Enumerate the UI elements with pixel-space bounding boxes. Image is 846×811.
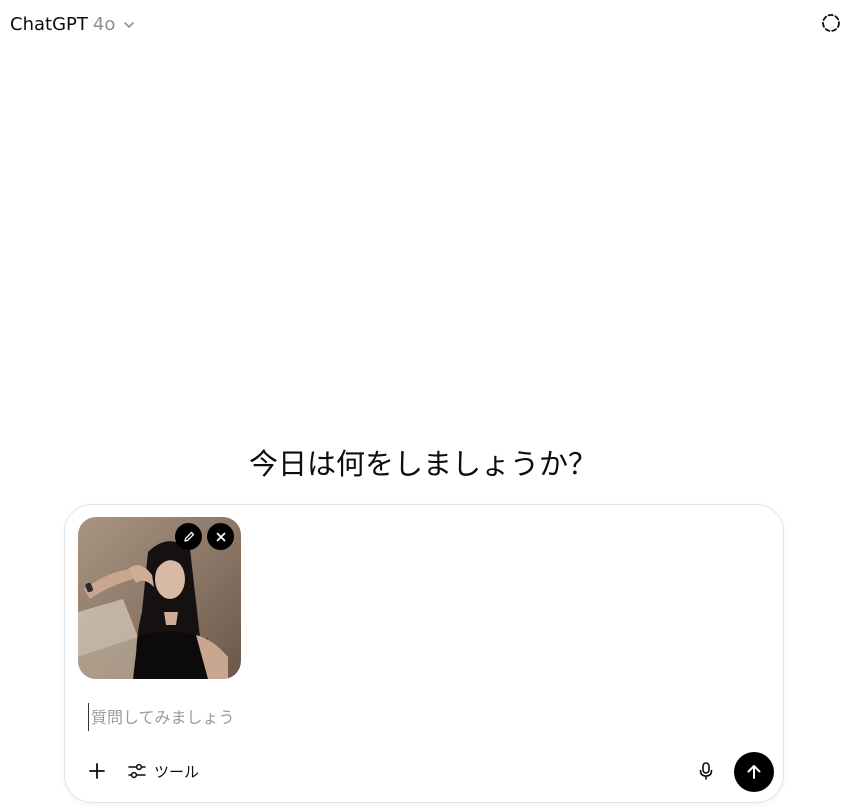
send-button[interactable] — [734, 752, 774, 792]
model-switcher[interactable]: ChatGPT 4o — [10, 12, 136, 38]
model-name: ChatGPT — [10, 14, 88, 35]
remove-attachment-button[interactable] — [207, 523, 234, 550]
arrow-up-icon — [745, 763, 763, 781]
sliders-icon — [127, 761, 147, 781]
chat-page: ChatGPT 4o 今日は何をしましょうか？ 質問してみましょう ツール — [0, 0, 846, 811]
greeting-heading: 今日は何をしましょうか？ — [248, 447, 597, 482]
add-button[interactable] — [85, 759, 109, 783]
composer: ツール — [64, 504, 784, 803]
close-icon — [215, 531, 227, 543]
edit-attachment-button[interactable] — [175, 523, 202, 550]
tools-label: ツール — [154, 762, 200, 781]
prompt-input[interactable] — [88, 703, 711, 731]
dashed-circle-icon — [820, 12, 842, 34]
model-version: 4o — [92, 14, 116, 35]
image-attachment[interactable] — [78, 517, 241, 679]
pencil-icon — [182, 530, 196, 544]
plus-icon — [87, 761, 107, 781]
tools-button[interactable]: ツール — [127, 758, 199, 784]
chevron-down-icon — [122, 18, 136, 32]
dictate-button[interactable] — [694, 759, 718, 783]
microphone-icon — [696, 761, 716, 781]
temporary-chat-button[interactable] — [819, 11, 843, 35]
